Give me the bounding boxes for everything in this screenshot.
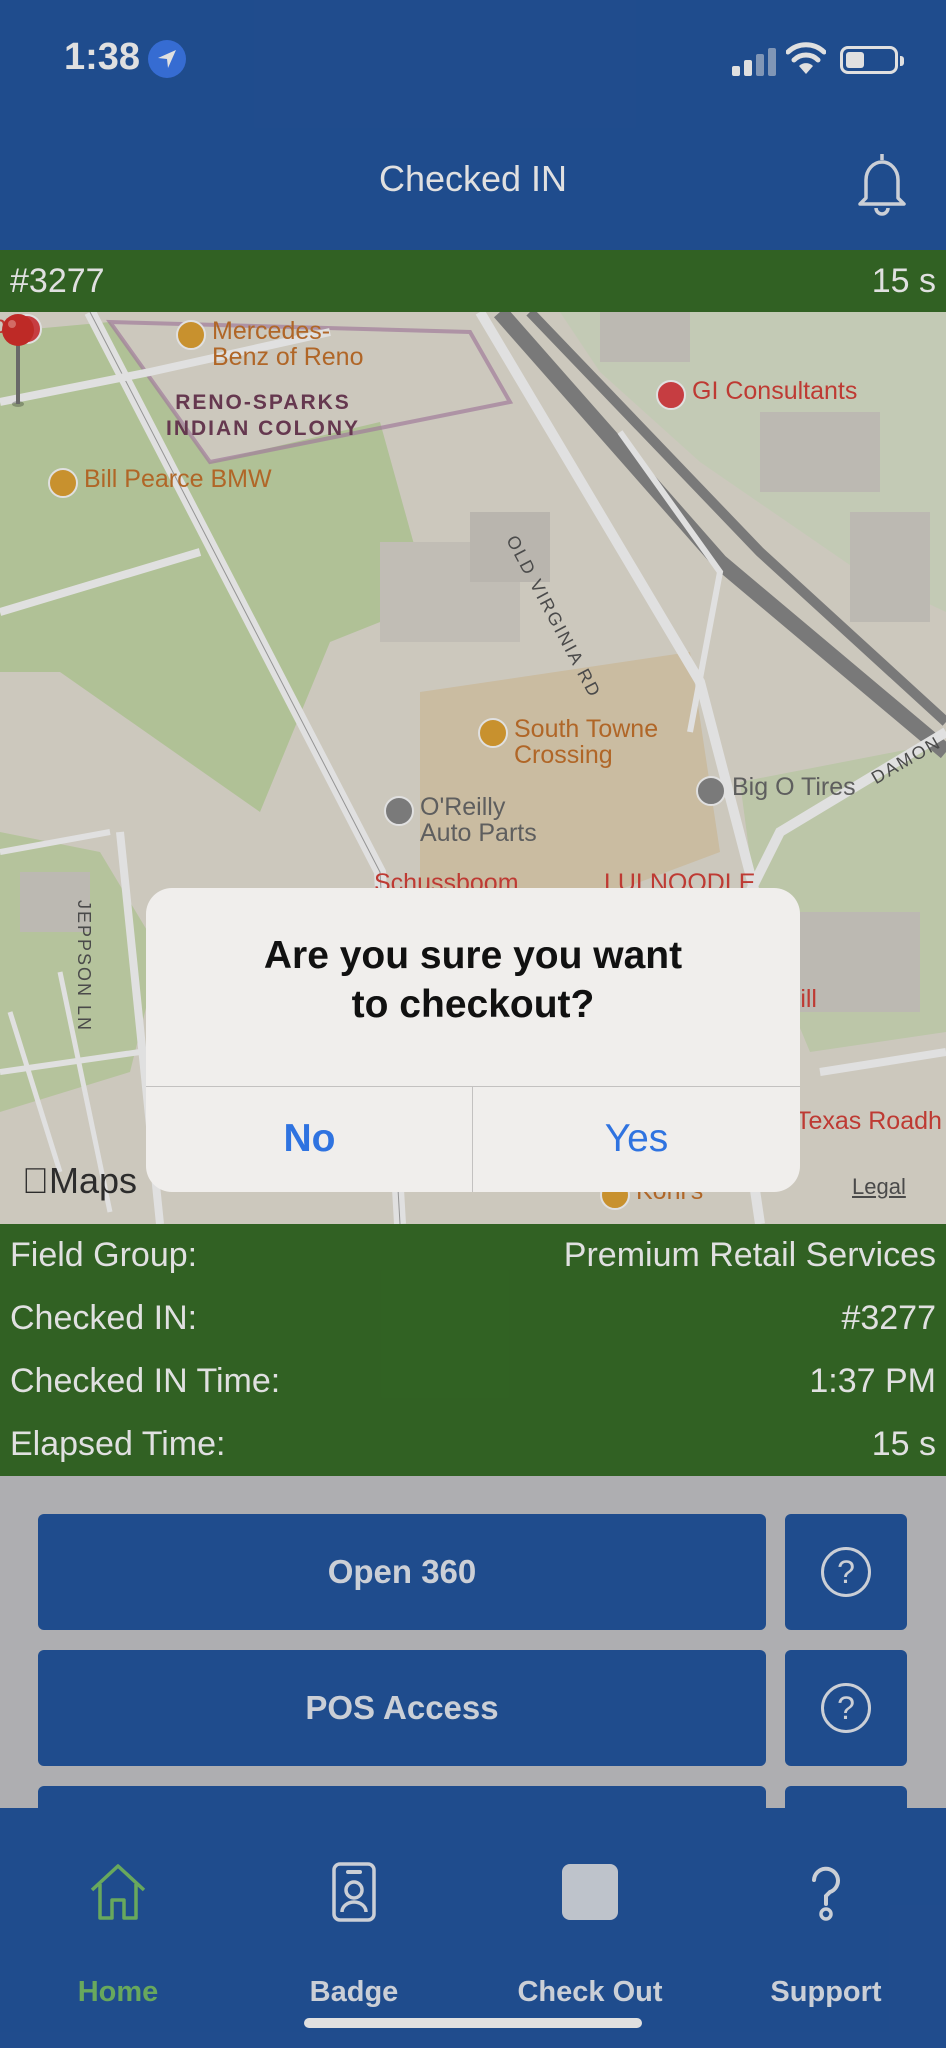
- yes-button[interactable]: Yes: [473, 1086, 800, 1192]
- no-button[interactable]: No: [146, 1086, 473, 1192]
- dialog-message: Are you sure you want to checkout?: [263, 934, 683, 1026]
- checkout-confirm-dialog: Are you sure you want to checkout? No Yes: [146, 888, 800, 1192]
